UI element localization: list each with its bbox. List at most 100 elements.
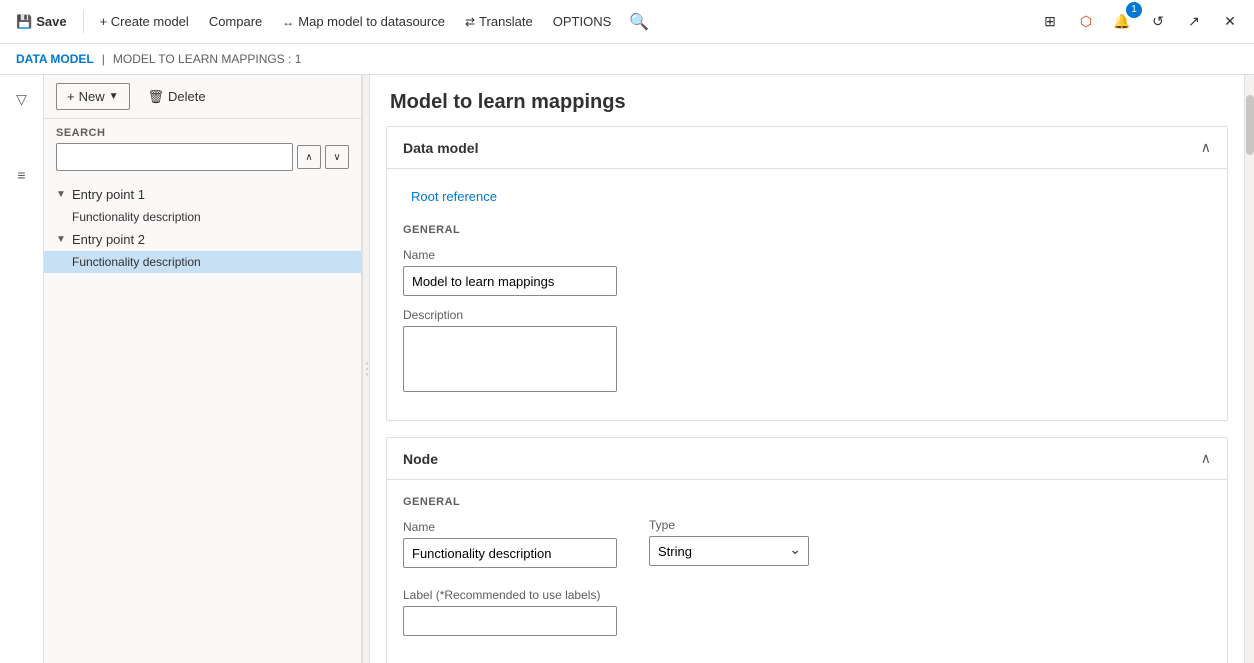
- vertical-scrollbar[interactable]: [1244, 75, 1254, 663]
- node-name-field: Name: [403, 520, 617, 568]
- data-model-description-textarea[interactable]: [403, 326, 617, 392]
- refresh-button[interactable]: ↺: [1142, 6, 1174, 38]
- options-button[interactable]: OPTIONS: [545, 8, 620, 35]
- tree-item-func-desc-2[interactable]: Functionality description: [44, 251, 361, 273]
- main-layout: ▽ ≡ + New ▼ 🗑 Delete SEARCH ∧: [0, 75, 1254, 663]
- create-model-button[interactable]: + Create model: [92, 8, 197, 35]
- share-icon: ↗: [1188, 13, 1200, 30]
- tree-label-ep2: Entry point 2: [72, 232, 145, 247]
- node-type-field: Type String Integer Real Boolean Date Da…: [649, 518, 809, 566]
- data-model-general-label: GENERAL: [403, 224, 1211, 236]
- options-label: OPTIONS: [553, 14, 612, 29]
- tree-label-func2: Functionality description: [72, 255, 201, 269]
- tree-label-func1: Functionality description: [72, 210, 201, 224]
- menu-side-button[interactable]: ≡: [6, 159, 38, 191]
- breadcrumb-current: MODEL TO LEARN MAPPINGS : 1: [113, 52, 302, 66]
- menu-icon: ≡: [17, 167, 25, 183]
- data-model-name-field: Name: [403, 248, 1211, 296]
- breadcrumb-separator: |: [102, 52, 105, 66]
- tree-item-func-desc-1[interactable]: Functionality description: [44, 206, 361, 228]
- new-label: New: [79, 89, 105, 104]
- filter-icon: ▽: [16, 91, 27, 108]
- nav-down-button[interactable]: ∨: [325, 145, 349, 169]
- tree-label-ep1: Entry point 1: [72, 187, 145, 202]
- node-section-title: Node: [403, 451, 438, 467]
- node-section-header[interactable]: Node ∧: [387, 438, 1227, 480]
- root-reference-link[interactable]: Root reference: [403, 185, 505, 208]
- data-model-section-header[interactable]: Data model ∧: [387, 127, 1227, 169]
- new-chevron-icon: ▼: [109, 91, 119, 102]
- data-model-collapse-icon: ∧: [1201, 139, 1211, 156]
- node-form-row: GENERAL Name Type String: [403, 496, 1211, 580]
- delete-label: Delete: [168, 89, 206, 104]
- expand-icon-ep2: ▼: [56, 234, 68, 245]
- close-button[interactable]: ✕: [1214, 6, 1246, 38]
- data-model-section-body: Root reference GENERAL Name Description: [387, 169, 1227, 420]
- search-toolbar-icon: 🔍: [629, 12, 649, 32]
- node-right-col: Type String Integer Real Boolean Date Da…: [649, 496, 809, 580]
- tree-item-entry-point-1[interactable]: ▼ Entry point 1: [44, 183, 361, 206]
- search-row: ∧ ∨: [56, 143, 349, 171]
- map-icon: ↔: [282, 15, 294, 29]
- nav-up-button[interactable]: ∧: [297, 145, 321, 169]
- translate-icon: ⇄: [465, 15, 475, 29]
- office-icon-button[interactable]: ⬡: [1070, 6, 1102, 38]
- tree-item-entry-point-2[interactable]: ▼ Entry point 2: [44, 228, 361, 251]
- node-section: Node ∧ GENERAL Name: [386, 437, 1228, 663]
- node-label-field: Label (*Recommended to use labels): [403, 588, 1211, 636]
- left-panel-toolbar: + New ▼ 🗑 Delete: [44, 75, 361, 119]
- panel-resizer[interactable]: ⋮: [362, 75, 370, 663]
- node-type-label: Type: [649, 518, 809, 532]
- data-model-description-field: Description: [403, 308, 1211, 392]
- node-type-select-wrapper: String Integer Real Boolean Date DateTim…: [649, 536, 809, 566]
- data-model-description-label: Description: [403, 308, 1211, 322]
- node-name-input[interactable]: [403, 538, 617, 568]
- expand-icon-ep1: ▼: [56, 189, 68, 200]
- compare-button[interactable]: Compare: [201, 8, 270, 35]
- node-general-label: GENERAL: [403, 496, 617, 508]
- node-section-body: GENERAL Name Type String: [387, 480, 1227, 663]
- search-toolbar-button[interactable]: 🔍: [623, 6, 655, 38]
- delete-trash-icon: 🗑: [148, 89, 165, 105]
- search-label: SEARCH: [56, 127, 349, 139]
- data-model-name-label: Name: [403, 248, 1211, 262]
- chevron-up-icon: ∧: [305, 152, 312, 163]
- close-icon: ✕: [1224, 13, 1236, 30]
- save-label: Save: [36, 14, 66, 29]
- left-panel: + New ▼ 🗑 Delete SEARCH ∧ ∨: [44, 75, 362, 663]
- grid-icon: ⊞: [1044, 13, 1056, 30]
- right-panel: Model to learn mappings Data model ∧ Roo…: [370, 75, 1244, 663]
- filter-side-button[interactable]: ▽: [6, 83, 38, 115]
- node-collapse-icon: ∧: [1201, 450, 1211, 467]
- translate-label: Translate: [479, 14, 533, 29]
- tree-container: ▼ Entry point 1 Functionality descriptio…: [44, 179, 361, 663]
- compare-label: Compare: [209, 14, 262, 29]
- node-label-input[interactable]: [403, 606, 617, 636]
- new-plus-icon: +: [67, 89, 75, 104]
- refresh-icon: ↺: [1152, 13, 1164, 30]
- breadcrumb-data-model-link[interactable]: DATA MODEL: [16, 52, 94, 66]
- map-label: Map model to datasource: [298, 14, 445, 29]
- data-model-section: Data model ∧ Root reference GENERAL Name…: [386, 126, 1228, 421]
- delete-button[interactable]: 🗑 Delete: [138, 84, 216, 110]
- share-button[interactable]: ↗: [1178, 6, 1210, 38]
- node-label-label: Label (*Recommended to use labels): [403, 588, 1211, 602]
- search-input[interactable]: [56, 143, 293, 171]
- main-toolbar: 💾 Save + Create model Compare ↔ Map mode…: [0, 0, 1254, 44]
- breadcrumb: DATA MODEL | MODEL TO LEARN MAPPINGS : 1: [0, 44, 1254, 75]
- save-icon: 💾: [16, 14, 32, 30]
- new-button[interactable]: + New ▼: [56, 83, 130, 110]
- node-name-label: Name: [403, 520, 617, 534]
- grid-icon-button[interactable]: ⊞: [1034, 6, 1066, 38]
- save-button[interactable]: 💾 Save: [8, 8, 75, 36]
- node-left-col: GENERAL Name: [403, 496, 617, 580]
- office-icon: ⬡: [1080, 13, 1092, 30]
- notification-count: 1: [1126, 2, 1142, 18]
- chevron-down-icon: ∨: [333, 152, 340, 163]
- translate-button[interactable]: ⇄ Translate: [457, 8, 541, 35]
- search-section: SEARCH ∧ ∨: [44, 119, 361, 179]
- node-type-select[interactable]: String Integer Real Boolean Date DateTim…: [649, 536, 809, 566]
- data-model-name-input[interactable]: [403, 266, 617, 296]
- create-model-label: + Create model: [100, 14, 189, 29]
- map-button[interactable]: ↔ Map model to datasource: [274, 8, 453, 35]
